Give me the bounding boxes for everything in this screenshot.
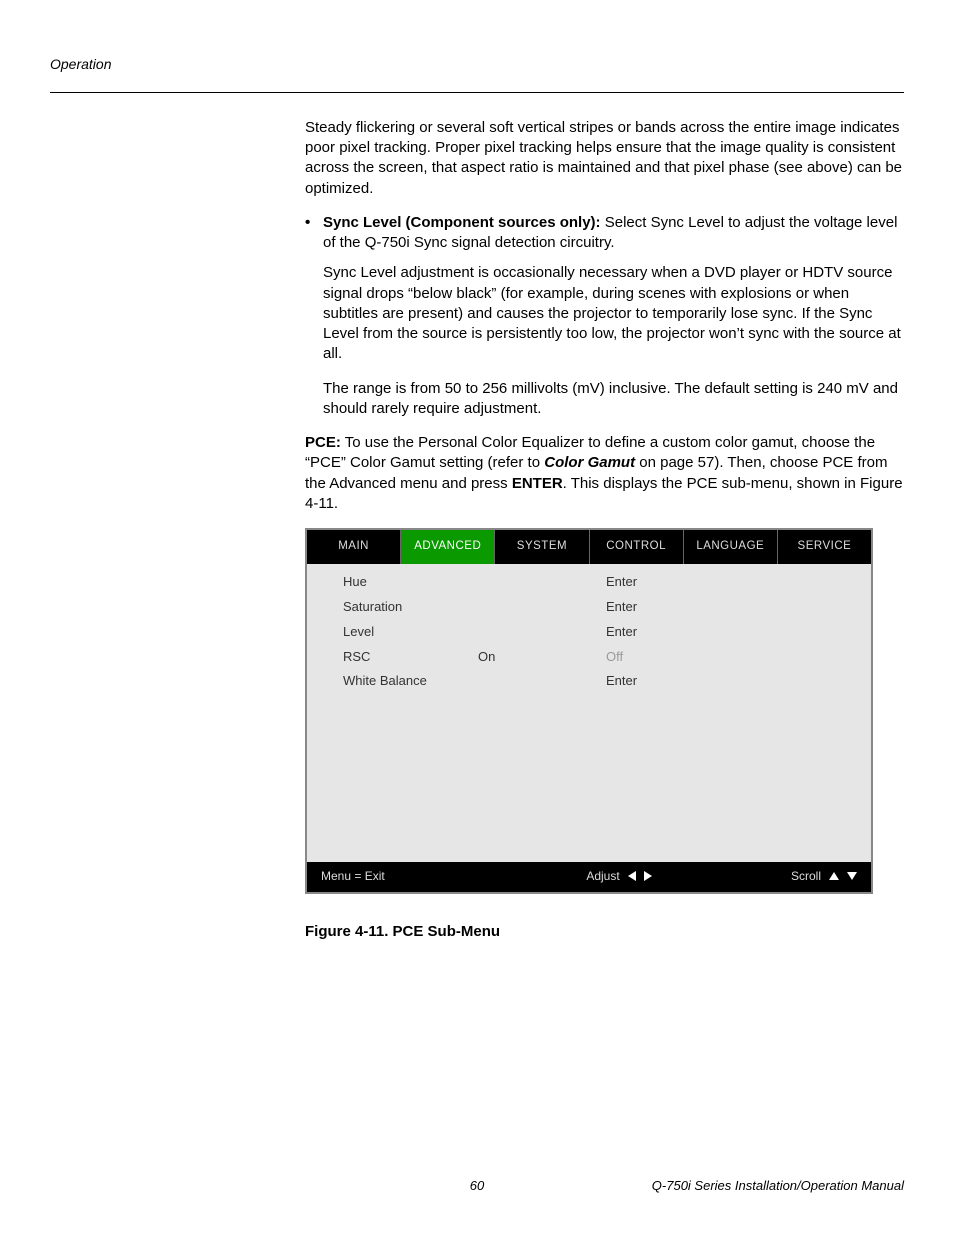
osd-tab-bar: MAINADVANCEDSYSTEMCONTROLLANGUAGESERVICE xyxy=(307,530,871,564)
body-paragraph: Steady flickering or several soft vertic… xyxy=(305,118,904,199)
osd-menu-row[interactable]: Level Enter xyxy=(307,620,871,645)
section-header: Operation xyxy=(50,55,904,74)
osd-row-value-b: Off xyxy=(606,647,706,668)
osd-row-label: White Balance xyxy=(343,671,478,692)
body-paragraph: PCE: To use the Personal Color Equalizer… xyxy=(305,433,904,514)
osd-tab-service[interactable]: SERVICE xyxy=(778,530,871,564)
bullet-item: Sync Level (Component sources only): Sel… xyxy=(305,213,904,254)
osd-menu-body: HueEnterSaturationEnterLevelEnterRSCOnOf… xyxy=(307,564,871,862)
page-number: 60 xyxy=(470,1177,484,1195)
osd-row-value-b: Enter xyxy=(606,622,706,643)
osd-row-value-a xyxy=(478,597,606,618)
osd-row-label: Hue xyxy=(343,572,478,593)
osd-row-value-a xyxy=(478,671,606,692)
footer-exit-hint: Menu = Exit xyxy=(321,868,521,884)
figure-caption: Figure 4-11. PCE Sub-Menu xyxy=(305,922,904,942)
osd-menu-footer: Menu = Exit Adjust Scroll xyxy=(307,862,871,892)
bullet-heading: Sync Level (Component sources only): xyxy=(323,214,601,231)
osd-menu: MAINADVANCEDSYSTEMCONTROLLANGUAGESERVICE… xyxy=(305,528,873,894)
osd-tab-advanced[interactable]: ADVANCED xyxy=(401,530,495,564)
footer-scroll-hint: Scroll xyxy=(791,868,821,884)
osd-row-value-b: Enter xyxy=(606,597,706,618)
osd-tab-language[interactable]: LANGUAGE xyxy=(684,530,778,564)
osd-row-label: Saturation xyxy=(343,597,478,618)
triangle-right-icon xyxy=(644,871,652,881)
pce-heading: PCE: xyxy=(305,434,341,451)
osd-row-value-b: Enter xyxy=(606,572,706,593)
doc-title: Q-750i Series Installation/Operation Man… xyxy=(484,1177,904,1195)
body-paragraph: The range is from 50 to 256 millivolts (… xyxy=(305,379,904,420)
osd-menu-row[interactable]: Saturation Enter xyxy=(307,595,871,620)
osd-tab-control[interactable]: CONTROL xyxy=(590,530,684,564)
triangle-left-icon xyxy=(628,871,636,881)
triangle-down-icon xyxy=(847,872,857,880)
enter-key: ENTER xyxy=(512,475,563,492)
osd-menu-row[interactable]: Hue Enter xyxy=(307,570,871,595)
triangle-up-icon xyxy=(829,872,839,880)
header-rule xyxy=(50,92,904,93)
osd-row-value-a xyxy=(478,622,606,643)
osd-tab-main[interactable]: MAIN xyxy=(307,530,401,564)
color-gamut-ref: Color Gamut xyxy=(544,454,635,471)
osd-row-value-a xyxy=(478,572,606,593)
page-footer: 60 Q-750i Series Installation/Operation … xyxy=(50,1177,904,1195)
osd-row-label: RSC xyxy=(343,647,478,668)
osd-menu-row[interactable]: White Balance Enter xyxy=(307,669,871,694)
osd-tab-system[interactable]: SYSTEM xyxy=(495,530,589,564)
osd-row-label: Level xyxy=(343,622,478,643)
osd-menu-row[interactable]: RSCOnOff xyxy=(307,645,871,670)
body-paragraph: Sync Level adjustment is occasionally ne… xyxy=(305,263,904,364)
osd-row-value-b: Enter xyxy=(606,671,706,692)
osd-row-value-a: On xyxy=(478,647,606,668)
footer-adjust-hint: Adjust xyxy=(586,868,619,884)
